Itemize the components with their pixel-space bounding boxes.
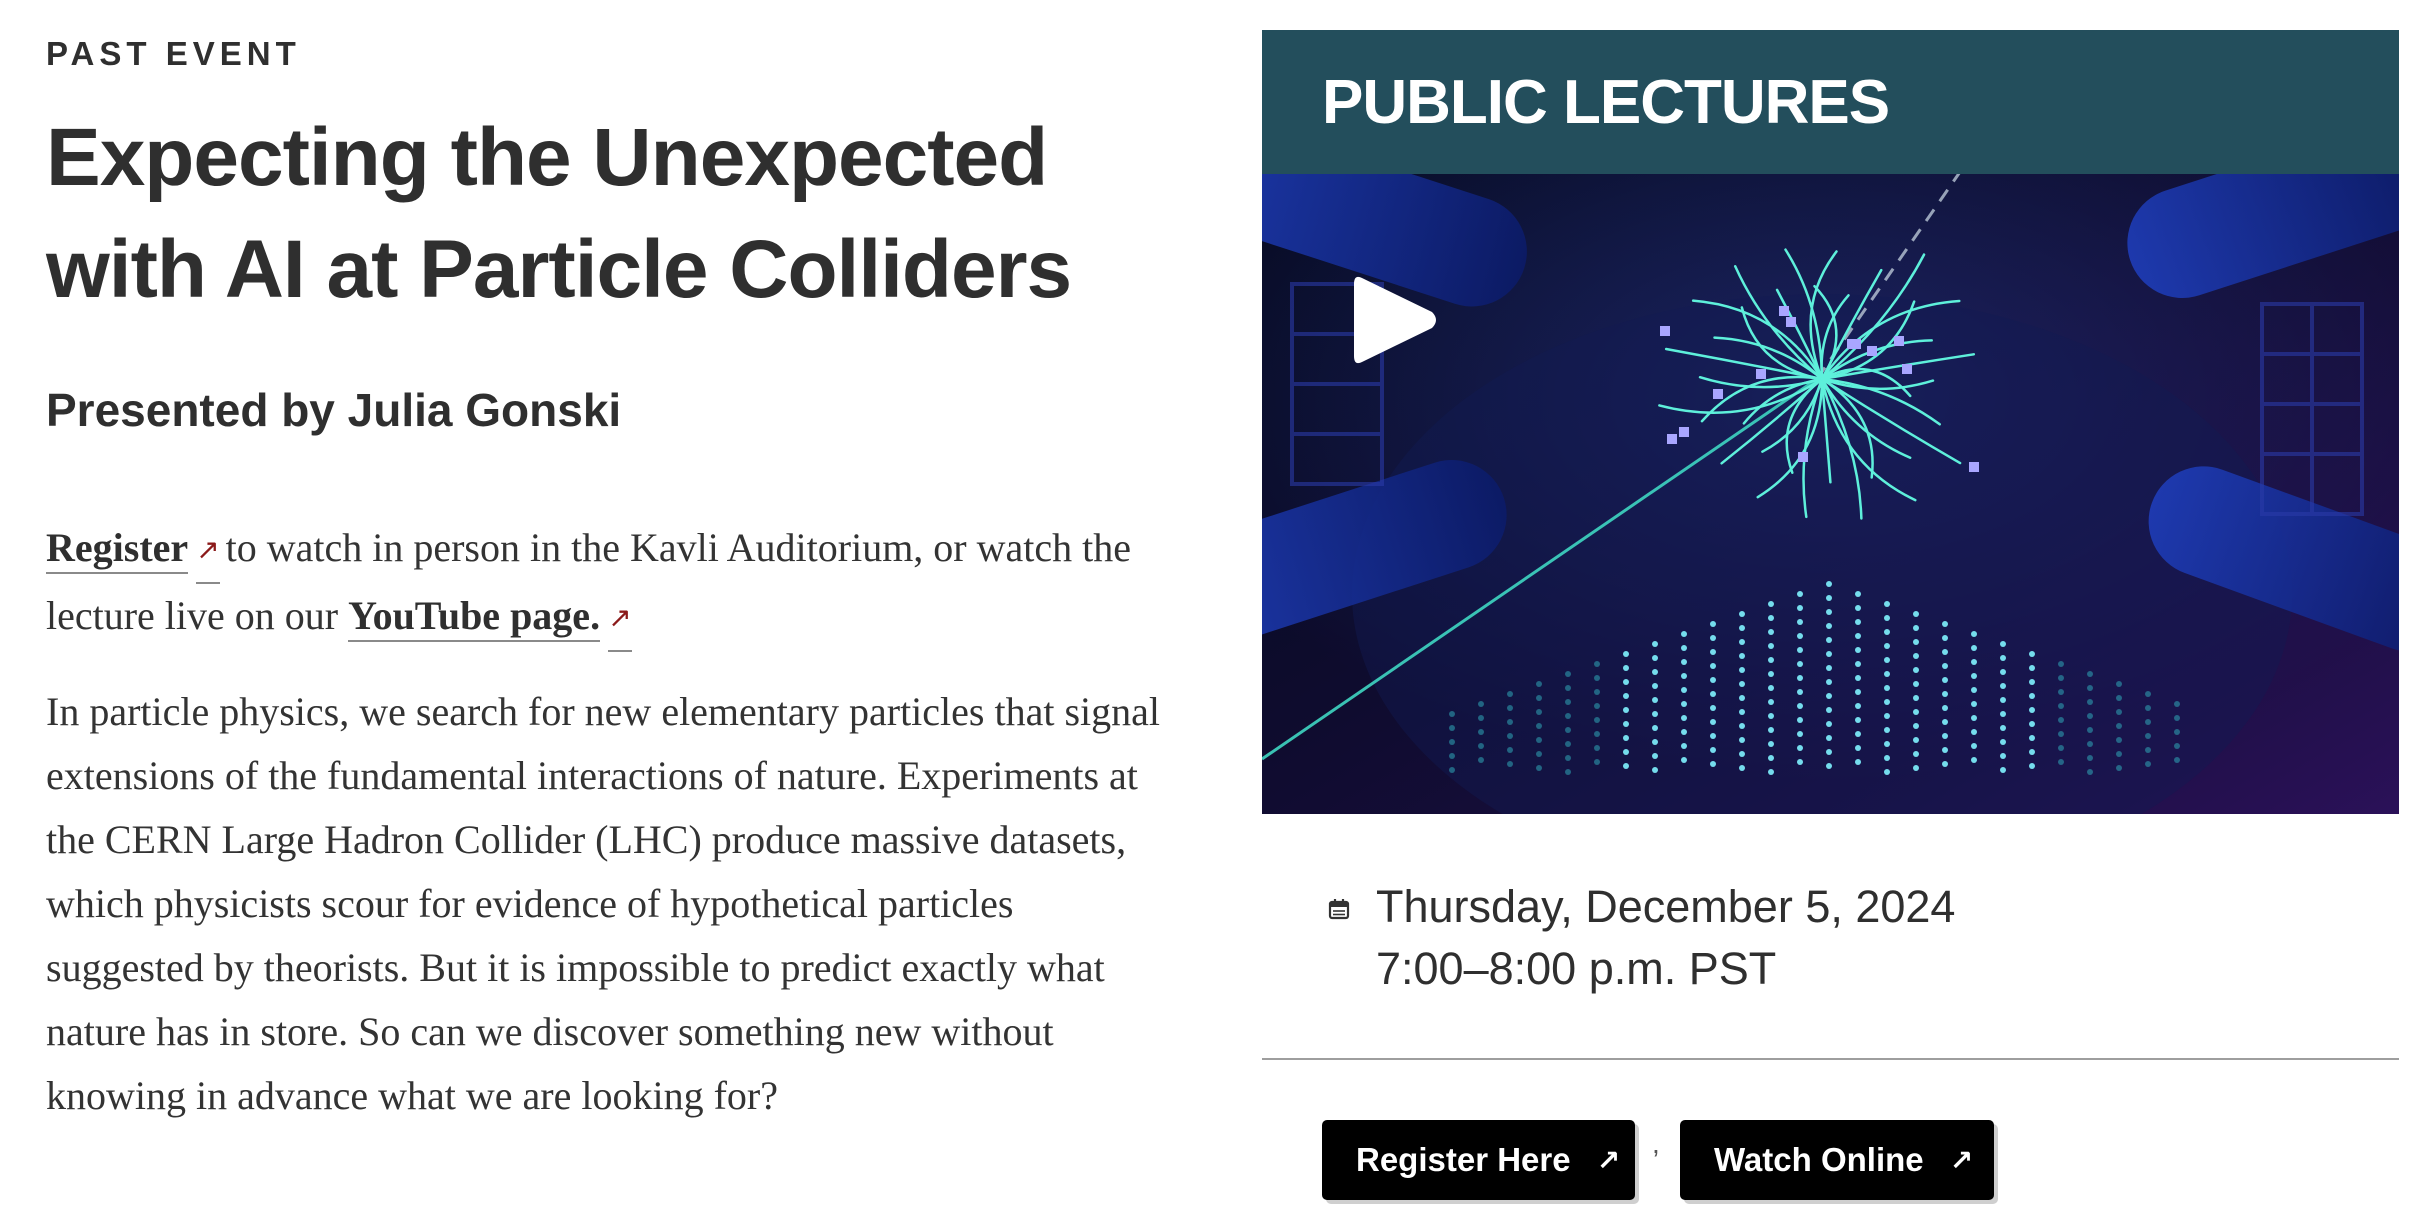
- series-banner: PUBLIC LECTURES: [1262, 30, 2399, 174]
- watch-online-label: Watch Online: [1714, 1141, 1924, 1178]
- calendar-icon: [1328, 899, 1350, 920]
- play-icon[interactable]: [1350, 270, 1440, 370]
- event-details: PAST EVENT Expecting the Unexpected with…: [46, 30, 1176, 1128]
- event-description: In particle physics, we search for new e…: [46, 689, 1161, 1118]
- event-title-line-2: with AI at Particle Colliders: [46, 224, 1072, 315]
- youtube-link[interactable]: YouTube page.: [348, 593, 601, 642]
- event-status-label: PAST EVENT: [46, 35, 301, 72]
- external-link-icon: ↗: [608, 586, 632, 652]
- presenter-name: Presented by Julia Gonski: [46, 384, 622, 436]
- external-link-icon: ↗: [196, 518, 220, 584]
- series-title: PUBLIC LECTURES: [1322, 67, 1890, 137]
- divider: [1262, 1058, 2399, 1060]
- event-time: 7:00–8:00 p.m. PST: [1376, 943, 1777, 994]
- external-link-icon: ↗: [1596, 1143, 1621, 1177]
- button-separator: ,: [1652, 1128, 1660, 1159]
- event-sidebar: PUBLIC LECTURES Thursday, December 5, 20…: [1262, 30, 2399, 1202]
- external-link-icon: ↗: [1949, 1143, 1974, 1177]
- register-link[interactable]: Register: [46, 525, 189, 574]
- lecture-video-thumbnail[interactable]: [1262, 174, 2399, 814]
- register-here-button[interactable]: Register Here ↗: [1322, 1120, 1635, 1200]
- action-buttons: Register Here ↗ , Watch Online ↗: [1322, 1120, 2399, 1202]
- register-paragraph: Register ↗ to watch in person in the Kavli…: [46, 516, 1176, 652]
- register-here-label: Register Here: [1356, 1141, 1571, 1178]
- event-date-time: Thursday, December 5, 2024 7:00–8:00 p.m…: [1328, 876, 2399, 1000]
- event-date: Thursday, December 5, 2024: [1376, 881, 1956, 932]
- watch-online-button[interactable]: Watch Online ↗: [1680, 1120, 1994, 1200]
- event-title-line-1: Expecting the Unexpected: [46, 112, 1048, 203]
- event-title: Expecting the Unexpected with AI at Part…: [46, 102, 1176, 326]
